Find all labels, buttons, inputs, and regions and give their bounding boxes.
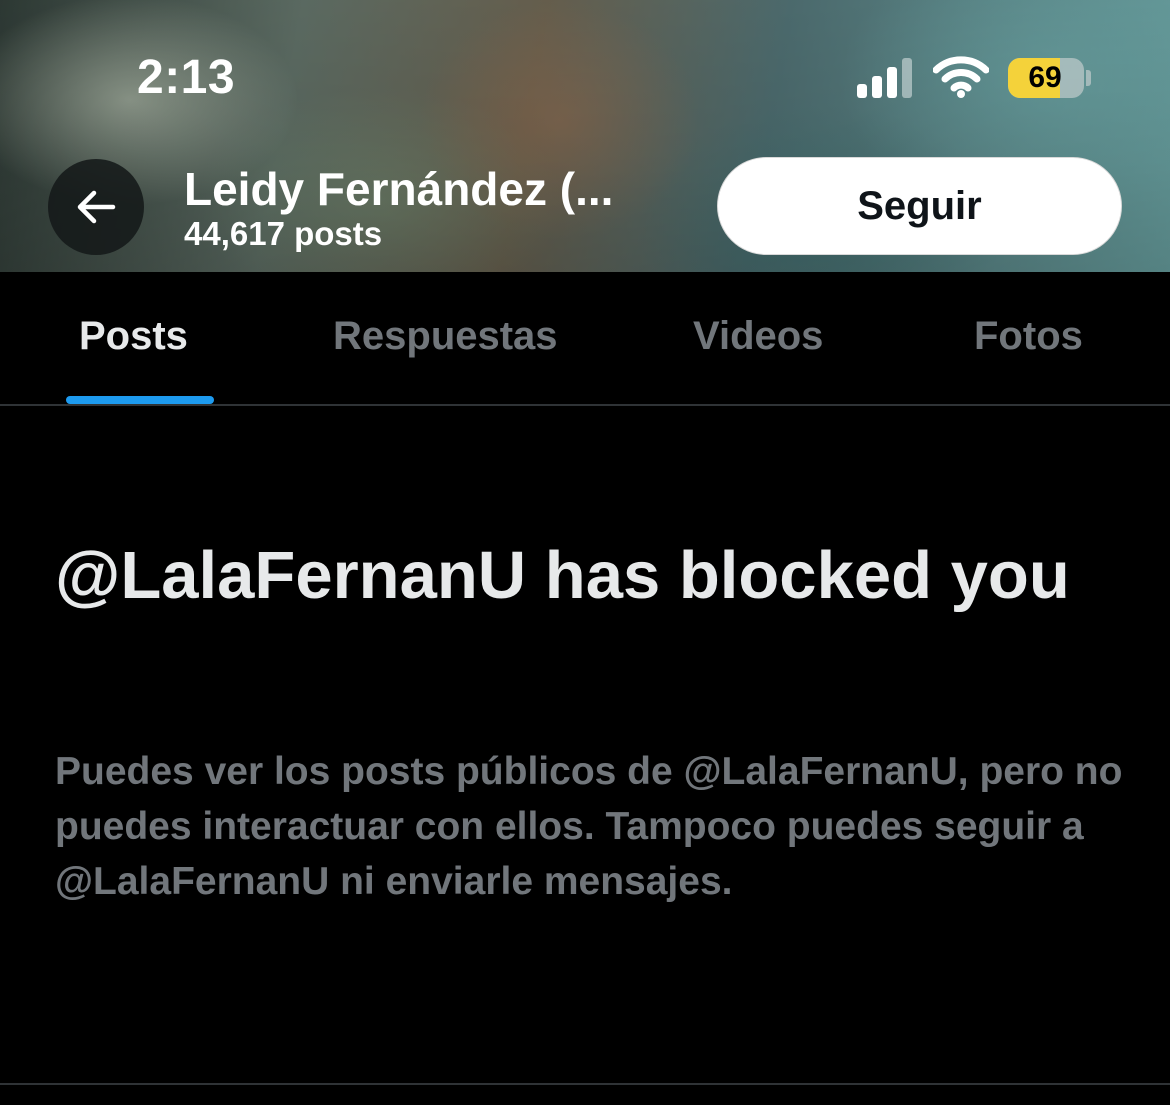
blocked-description: Puedes ver los posts públicos de @LalaFe…	[55, 750, 1123, 903]
blocked-title: @LalaFernanU has blocked you	[55, 538, 1070, 613]
profile-header-banner: 2:13 69 Leidy Fernández (... 44,617 post…	[0, 0, 1170, 272]
profile-post-count: 44,617 posts	[184, 215, 383, 252]
wifi-icon	[933, 56, 989, 98]
battery-nub	[1086, 70, 1091, 86]
profile-tabs: Posts Respuestas Videos Fotos	[0, 272, 1170, 406]
tab-fotos[interactable]: Fotos	[974, 314, 1083, 359]
tab-respuestas[interactable]: Respuestas	[333, 314, 558, 359]
active-tab-indicator	[66, 396, 214, 404]
cellular-signal-icon	[857, 58, 912, 98]
battery-indicator: 69	[1008, 58, 1084, 98]
follow-button[interactable]: Seguir	[717, 157, 1122, 255]
back-button[interactable]	[48, 159, 144, 255]
tab-posts[interactable]: Posts	[79, 314, 188, 359]
battery-percent: 69	[1028, 61, 1062, 94]
bottom-divider	[0, 1083, 1170, 1085]
status-time: 2:13	[137, 51, 236, 104]
profile-name: Leidy Fernández (...	[184, 163, 614, 215]
arrow-left-icon	[77, 190, 116, 224]
tab-videos[interactable]: Videos	[693, 314, 823, 359]
